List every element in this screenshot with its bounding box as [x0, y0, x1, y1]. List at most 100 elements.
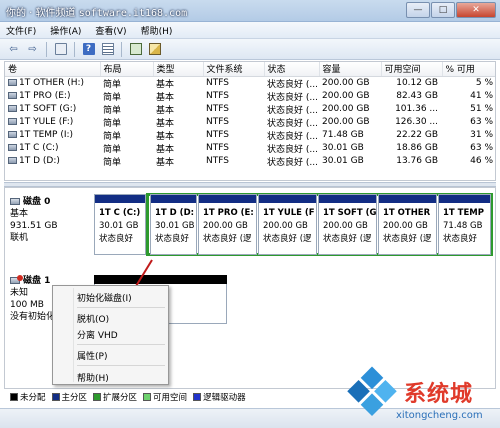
logo-diamond-icon — [347, 366, 398, 418]
console-tree-icon — [54, 43, 67, 55]
partition-bar — [151, 195, 196, 203]
col-capacity[interactable]: 容量 — [319, 62, 382, 77]
partition-block[interactable]: 1T YULE (F 200.00 GB 状态良好 (逻 — [258, 194, 317, 255]
volume-cell: 状态良好 (... — [267, 131, 318, 142]
volume-cell: 基本 — [156, 92, 175, 103]
menu-help[interactable]: 帮助(H) — [77, 371, 109, 384]
volume-row[interactable]: 1T PRO (E:) 简单 基本 NTFS 状态良好 (... 200.00 GB 82.… — [5, 90, 495, 103]
legend-label: 逻辑驱动器 — [203, 393, 246, 403]
minimize-button[interactable]: — — [406, 2, 430, 18]
partition-block[interactable]: 1T TEMP 71.48 GB 状态良好 — [438, 194, 491, 255]
volume-cell: 1T C (C:) — [5, 142, 100, 155]
watermark-site: xitongcheng.com — [396, 410, 483, 421]
volume-list: 卷 布局 类型 文件系统 状态 容量 可用空间 % 可用 1T OTHER (H… — [4, 61, 496, 181]
partition-status: 状态良好 (逻 — [263, 234, 312, 244]
volume-cell: 简单 — [103, 131, 122, 142]
menu-gutter — [73, 288, 74, 382]
menu-offline[interactable]: 脱机(O) — [77, 312, 109, 325]
volume-cell: NTFS — [206, 143, 229, 153]
maximize-button[interactable]: □ — [431, 2, 455, 18]
volume-row[interactable]: 1T D (D:) 简单 基本 NTFS 状态良好 (... 30.01 GB 13.76 … — [5, 155, 495, 168]
unallocated-bar — [94, 275, 227, 284]
menu-bar: 文件(F) 操作(A) 查看(V) 帮助(H) — [0, 22, 500, 39]
volume-header-row: 卷 布局 类型 文件系统 状态 容量 可用空间 % 可用 — [5, 62, 495, 77]
back-button[interactable]: ⇦ — [6, 42, 21, 57]
forward-arrow-icon: ⇨ — [28, 43, 37, 55]
volume-cell: 基本 — [156, 131, 175, 142]
volume-cell: 31 % — [470, 130, 493, 140]
volume-cell: 状态良好 (... — [267, 105, 318, 116]
close-button[interactable]: ✕ — [456, 2, 496, 18]
volume-cell: 1T TEMP (I:) — [5, 129, 100, 142]
menu-help[interactable]: 帮助(H) — [141, 24, 173, 37]
volume-row[interactable]: 1T OTHER (H:) 简单 基本 NTFS 状态良好 (... 200.00 GB 1… — [5, 76, 495, 90]
watermark-logo: 系统城 xitongcheng.com — [346, 366, 496, 426]
partition-block[interactable]: 1T D (D: 30.01 GB 状态良好 — [150, 194, 197, 255]
partition-name: 1T TEMP — [443, 208, 484, 218]
partition-bar — [439, 195, 490, 203]
toolbar-divider — [121, 41, 122, 57]
partition-size: 30.01 GB — [155, 221, 195, 231]
help-button[interactable]: ? — [81, 42, 96, 57]
menu-action[interactable]: 操作(A) — [50, 24, 81, 37]
partition-block[interactable]: 1T C (C:) 30.01 GB 状态良好 — [94, 194, 146, 255]
volume-row[interactable]: 1T SOFT (G:) 简单 基本 NTFS 状态良好 (... 200.00 GB 10… — [5, 103, 495, 116]
partition-status: 状态良好 — [155, 234, 190, 244]
disk0-label[interactable]: 磁盘 0 基本 931.51 GB 联机 — [10, 196, 90, 244]
col-status[interactable]: 状态 — [264, 62, 320, 77]
legend-swatch — [143, 393, 152, 401]
menu-initialize-disk[interactable]: 初始化磁盘(I) — [77, 291, 132, 304]
volume-row[interactable]: 1T YULE (F:) 简单 基本 NTFS 状态良好 (... 200.00 GB 12… — [5, 116, 495, 129]
volume-cell: 200.00 GB — [322, 117, 370, 127]
forward-button[interactable]: ⇨ — [25, 42, 40, 57]
legend-label: 主分区 — [61, 393, 88, 403]
toolbar-divider — [74, 41, 75, 57]
properties-button[interactable] — [147, 42, 162, 57]
partition-size: 200.00 GB — [203, 221, 248, 231]
partition-block[interactable]: 1T OTHER 200.00 GB 状态良好 (逻 — [378, 194, 437, 255]
volume-cell: NTFS — [206, 91, 229, 101]
refresh-icon — [129, 43, 142, 55]
partition-size: 200.00 GB — [323, 221, 368, 231]
legend-swatch — [10, 393, 18, 401]
menu-separator — [77, 344, 165, 345]
col-volume[interactable]: 卷 — [5, 62, 101, 77]
volume-cell: 简单 — [103, 144, 122, 155]
volume-cell: 1T SOFT (G:) — [5, 103, 100, 116]
volume-cell: 基本 — [156, 79, 175, 90]
menu-file[interactable]: 文件(F) — [6, 24, 36, 37]
col-percent-free[interactable]: % 可用 — [442, 62, 495, 77]
volume-cell: NTFS — [206, 104, 229, 114]
menu-view[interactable]: 查看(V) — [95, 24, 126, 37]
menu-separator — [77, 365, 165, 366]
context-menu: 初始化磁盘(I) 脱机(O) 分离 VHD 属性(P) 帮助(H) — [52, 285, 169, 385]
partition-status: 状态良好 (逻 — [383, 234, 432, 244]
partition-name: 1T SOFT (G — [323, 208, 376, 218]
volume-cell: 10.12 GB — [396, 78, 438, 88]
menu-detach-vhd[interactable]: 分离 VHD — [77, 328, 118, 341]
volume-cell: 1T PRO (E:) — [5, 90, 100, 103]
partition-status: 状态良好 — [99, 234, 134, 244]
col-filesystem[interactable]: 文件系统 — [203, 62, 265, 77]
volume-cell: 简单 — [103, 105, 122, 116]
refresh-button[interactable] — [128, 42, 143, 57]
disk0-partitions: 1T C (C:) 30.01 GB 状态良好 1T D (D: 30.01 GB 状态良… — [94, 193, 493, 256]
partition-block[interactable]: 1T SOFT (G 200.00 GB 状态良好 (逻 — [318, 194, 377, 255]
volume-row[interactable]: 1T TEMP (I:) 简单 基本 NTFS 状态良好 (... 71.48 GB 22.… — [5, 129, 495, 142]
list-view-button[interactable] — [100, 42, 115, 57]
console-tree-button[interactable] — [53, 42, 68, 57]
volume-cell: NTFS — [206, 156, 229, 166]
volume-icon — [8, 105, 17, 112]
volume-cell: 63 % — [470, 143, 493, 153]
col-free-space[interactable]: 可用空间 — [381, 62, 443, 77]
partition-block[interactable]: 1T PRO (E: 200.00 GB 状态良好 (逻 — [198, 194, 257, 255]
window-title: 你的 · 软件频道 software.it168.com — [6, 8, 188, 19]
menu-properties[interactable]: 属性(P) — [77, 349, 107, 362]
volume-row[interactable]: 1T C (C:) 简单 基本 NTFS 状态良好 (... 30.01 GB 18.86 … — [5, 142, 495, 155]
volume-cell: 63 % — [470, 117, 493, 127]
col-type[interactable]: 类型 — [153, 62, 204, 77]
partition-size: 30.01 GB — [99, 221, 139, 231]
col-layout[interactable]: 布局 — [100, 62, 154, 77]
volume-icon — [8, 157, 17, 164]
partition-bar — [95, 195, 145, 203]
